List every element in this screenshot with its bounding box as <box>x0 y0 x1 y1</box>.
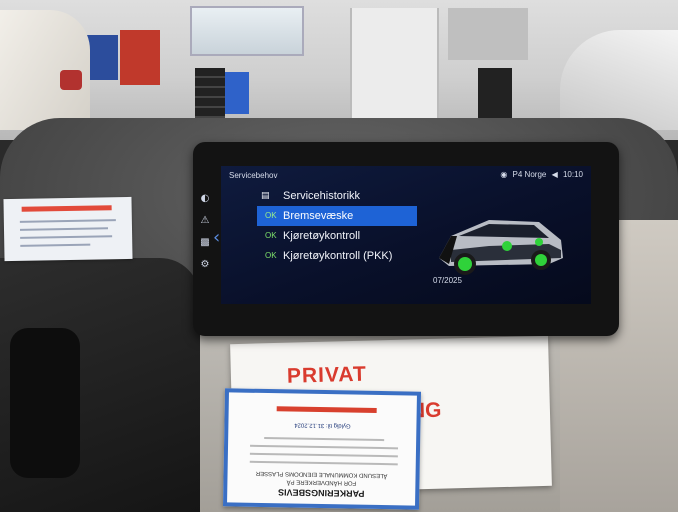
garage-window <box>190 6 304 56</box>
paper-line <box>20 243 91 247</box>
parking-permit: PARKERINGSBEVIS FOR HÅNDVERKERE PÅ ÅLESU… <box>222 388 422 510</box>
volume-icon: ◀ <box>551 170 558 179</box>
blue-container <box>225 72 249 114</box>
menu-item-bremsevaeske[interactable]: OK Bremsevæske <box>257 206 417 226</box>
car-illustration <box>439 220 563 275</box>
menu-item-servicehistorikk[interactable]: ▤ Servicehistorikk <box>257 186 417 206</box>
tool-wall <box>448 8 528 60</box>
service-menu: ▤ Servicehistorikk OK Bremsevæske OK Kjø… <box>257 186 417 266</box>
permit-text-line <box>250 444 399 450</box>
paper-line <box>19 227 109 231</box>
photo-scene: PRIVAT NG PARKERINGSBEVIS FOR HÅNDVERKER… <box>0 0 678 512</box>
status-ok-badge: OK <box>265 211 277 220</box>
idrive-display: Servicebehov ◉ P4 Norge ◀ 10:10 ▤ Servic… <box>193 142 619 336</box>
paper-on-dash <box>3 196 133 262</box>
permit-text-line <box>264 436 385 442</box>
privat-sign-text: PRIVAT <box>286 362 368 388</box>
menu-item-label: Servicehistorikk <box>283 190 361 202</box>
menu-item-label: Bremsevæske <box>283 210 354 222</box>
section-title: Servicebehov <box>229 171 278 180</box>
white-car-left <box>0 10 90 130</box>
permit-title: PARKERINGSBEVIS <box>277 487 365 499</box>
paper-stripe <box>21 205 112 212</box>
tire-pressure-icon[interactable]: ◐ <box>195 188 215 208</box>
warning-icon[interactable]: ⚠ <box>195 210 215 230</box>
cup-holder <box>10 328 80 478</box>
tail-light <box>60 70 82 90</box>
status-ok-badge: OK <box>265 231 277 240</box>
display-screen: Servicebehov ◉ P4 Norge ◀ 10:10 ▤ Servic… <box>221 166 591 304</box>
back-arrow-icon[interactable]: ‹ <box>213 227 220 248</box>
menu-item-label: Kjøretøykontroll (PKK) <box>283 250 393 262</box>
car-history-icon: ▤ <box>261 191 270 201</box>
menu-item-label: Kjøretøykontroll <box>283 230 361 242</box>
permit-valid-date: Gyldig til: 31.12.2024 <box>294 421 351 429</box>
radio-icon: ◉ <box>500 170 508 179</box>
radio-station: P4 Norge <box>512 170 547 179</box>
menu-item-kjoretoykontroll-pkk[interactable]: OK Kjøretøykontroll (PKK) <box>257 246 417 266</box>
center-console <box>0 258 200 512</box>
white-car-right <box>560 30 678 130</box>
paper-line <box>20 235 113 239</box>
permit-text-line <box>249 452 398 458</box>
status-ok-badge: OK <box>265 251 277 260</box>
car-service-icon[interactable]: ▩ <box>195 232 215 252</box>
menu-item-kjoretoykontroll[interactable]: OK Kjøretøykontroll <box>257 226 417 246</box>
paper-line <box>19 219 116 223</box>
red-shelf <box>120 30 160 85</box>
permit-text-line <box>249 460 398 466</box>
tyre-stack <box>195 68 225 118</box>
garage-door <box>350 8 439 123</box>
permit-red-stripe <box>276 406 377 413</box>
permit-subtitle: FOR HÅNDVERKERE PÅ <box>286 478 357 486</box>
clock: 10:10 <box>562 170 583 179</box>
service-due-date: 07/2025 <box>433 276 462 285</box>
status-bar: ◉ P4 Norge ◀ 10:10 <box>497 170 583 179</box>
wrench-icon[interactable]: ⚙ <box>195 254 215 274</box>
